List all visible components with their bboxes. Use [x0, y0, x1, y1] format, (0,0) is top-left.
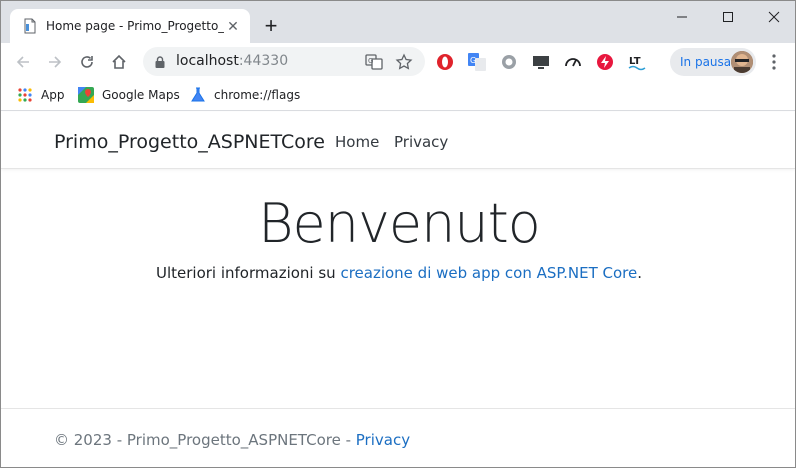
opera-red-icon[interactable]	[436, 53, 454, 71]
maximize-icon[interactable]	[705, 1, 751, 33]
forward-arrow-icon[interactable]	[41, 48, 69, 76]
intro-period: .	[637, 264, 643, 282]
close-window-icon[interactable]	[751, 1, 795, 33]
menu-kebab-icon[interactable]	[765, 52, 783, 72]
translate-icon[interactable]: G	[365, 53, 383, 71]
nav-link-privacy[interactable]: Privacy	[394, 133, 448, 151]
tab-strip: Home page - Primo_Progetto_ASPNETCore ✕ …	[1, 1, 795, 43]
back-arrow-icon[interactable]	[9, 48, 37, 76]
intro-text: Ulteriori informazioni su	[155, 264, 341, 282]
translate-extension-icon[interactable]: G	[468, 53, 486, 71]
footer-text: © 2023 - Primo_Progetto_ASPNETCore - Pri…	[54, 431, 410, 449]
tab-title: Home page - Primo_Progetto_ASPNETCore	[46, 19, 224, 33]
new-tab-button[interactable]: +	[259, 15, 283, 39]
svg-text:LT: LT	[629, 56, 641, 67]
bookmark-star-icon[interactable]	[395, 53, 413, 71]
address-bar[interactable]: localhost:44330 G	[143, 47, 425, 76]
footer-privacy-link[interactable]: Privacy	[356, 431, 410, 449]
tab-close-icon[interactable]: ✕	[226, 19, 240, 33]
lt-icon[interactable]: LT	[628, 53, 646, 71]
url-text[interactable]: localhost:44330	[176, 53, 288, 69]
speed-gauge-icon[interactable]	[564, 53, 582, 71]
flask-icon	[190, 87, 206, 103]
site-brand-link[interactable]: Primo_Progetto_ASPNETCore	[54, 131, 325, 153]
page-favicon-icon	[22, 18, 38, 34]
page-title: Benvenuto	[258, 192, 541, 255]
footer-copyright: © 2023 - Primo_Progetto_ASPNETCore -	[54, 431, 356, 449]
bookmark-apps[interactable]: App	[17, 87, 64, 103]
browser-toolbar: localhost:44330 G G LT In pausa	[1, 43, 795, 80]
profile-button[interactable]: In pausa	[670, 48, 756, 76]
home-icon[interactable]	[105, 48, 133, 76]
intro-paragraph: Ulteriori informazioni su creazione di w…	[1, 264, 795, 282]
profile-status-label: In pausa	[680, 55, 732, 69]
bookmarks-bar: App Google Maps chrome://flags	[1, 80, 795, 111]
web-page: Primo_Progetto_ASPNETCore Home Privacy B…	[1, 112, 795, 467]
bookmark-label: App	[41, 88, 65, 102]
bookmark-label: Google Maps	[102, 88, 180, 102]
browser-window: Home page - Primo_Progetto_ASPNETCore ✕ …	[0, 0, 796, 468]
bookmark-chrome-flags[interactable]: chrome://flags	[190, 87, 300, 103]
bookmark-label: chrome://flags	[214, 88, 301, 102]
url-host: localhost	[176, 53, 239, 69]
tab-home-page[interactable]: Home page - Primo_Progetto_ASPNETCore ✕	[10, 9, 250, 43]
google-maps-icon	[78, 87, 94, 103]
bookmark-google-maps[interactable]: Google Maps	[78, 87, 180, 103]
avatar	[731, 51, 753, 73]
svg-text:G: G	[368, 57, 373, 65]
lock-icon[interactable]	[155, 55, 165, 73]
minimize-icon[interactable]	[659, 1, 705, 33]
reload-icon[interactable]	[73, 48, 101, 76]
svg-text:G: G	[470, 56, 476, 65]
url-port: :44330	[238, 53, 289, 69]
grey-circle-icon[interactable]	[500, 53, 518, 71]
red-bolt-icon[interactable]	[596, 53, 614, 71]
site-footer: © 2023 - Primo_Progetto_ASPNETCore - Pri…	[1, 408, 795, 467]
nav-link-home[interactable]: Home	[335, 133, 379, 151]
site-navbar: Primo_Progetto_ASPNETCore Home Privacy	[1, 112, 795, 169]
monitor-icon[interactable]	[532, 53, 550, 71]
apps-grid-icon	[17, 87, 33, 103]
learn-more-link[interactable]: creazione di web app con ASP.NET Core	[340, 264, 637, 282]
